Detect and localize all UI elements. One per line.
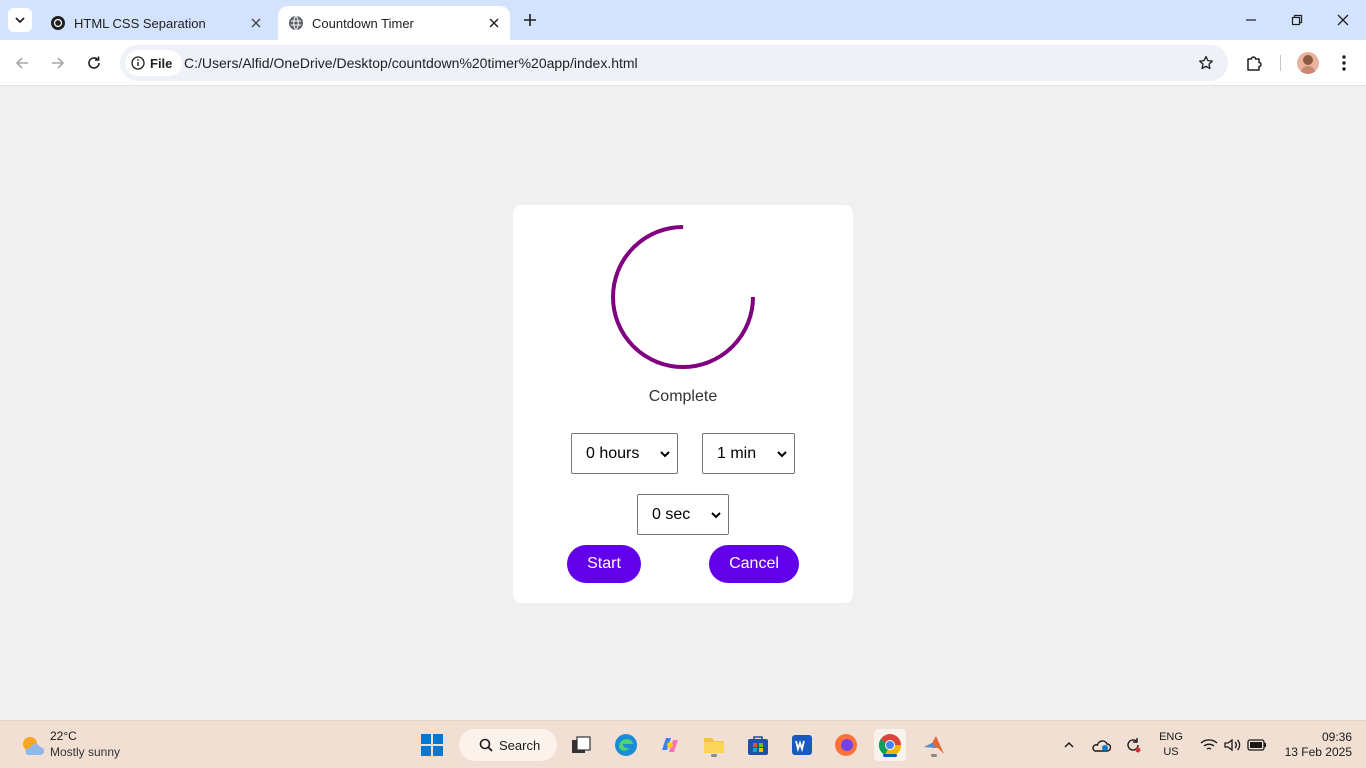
close-icon — [1337, 14, 1349, 26]
arrow-right-icon — [52, 57, 65, 69]
timer-status: Complete — [648, 388, 718, 405]
word-app[interactable] — [786, 729, 818, 761]
start-button[interactable]: Start — [567, 545, 641, 583]
cloud-sync-icon — [1092, 740, 1111, 752]
wifi-icon — [1200, 739, 1218, 750]
running-indicator — [711, 754, 717, 757]
tab-title: HTML CSS Separation — [74, 15, 206, 31]
clock-date: 13 Feb 2025 — [1284, 745, 1352, 759]
store-app[interactable] — [742, 729, 774, 761]
hours-select[interactable]: 0 hours — [571, 433, 678, 474]
restore-icon — [1291, 14, 1303, 26]
tab-search-button[interactable] — [8, 8, 32, 32]
hours-select-value: 0 hours — [586, 444, 640, 462]
tab-html-css-separation[interactable]: HTML CSS Separation — [40, 6, 272, 40]
new-tab-button[interactable] — [518, 8, 542, 32]
chevron-down-icon — [777, 451, 787, 458]
taskbar: 22°C Mostly sunny Search ENG US 09:36 13… — [0, 720, 1366, 768]
browser-toolbar: File C:/Users/Alfid/OneDrive/Desktop/cou… — [0, 40, 1366, 86]
puzzle-icon — [1247, 56, 1262, 71]
minutes-select[interactable]: 1 min — [702, 433, 795, 474]
star-icon — [1199, 55, 1213, 70]
lang-line2: US — [1163, 746, 1179, 758]
chevron-down-icon — [15, 17, 25, 24]
lang-line1: ENG — [1159, 731, 1183, 743]
seconds-select-value: 0 sec — [652, 505, 691, 523]
active-indicator — [883, 754, 897, 757]
chip-label: File — [150, 55, 173, 71]
start-menu-button[interactable] — [416, 729, 448, 761]
chevron-down-icon — [660, 451, 670, 458]
search-icon — [479, 738, 493, 752]
progress-ring-arc — [611, 225, 755, 369]
minutes-select-value: 1 min — [717, 444, 757, 462]
clock[interactable]: 09:36 13 Feb 2025 — [1276, 730, 1352, 760]
task-view-icon — [572, 736, 591, 753]
openai-icon — [50, 15, 66, 31]
cancel-button[interactable]: Cancel — [709, 545, 799, 583]
edge-icon — [615, 734, 637, 756]
battery-tray[interactable] — [1246, 733, 1268, 757]
show-hidden-icons-button[interactable] — [1058, 733, 1080, 757]
language-indicator[interactable]: ENG US — [1156, 730, 1186, 760]
taskbar-search[interactable]: Search — [459, 729, 557, 761]
plus-icon — [524, 14, 536, 26]
arrow-left-icon — [15, 57, 28, 69]
firefox-app[interactable] — [830, 729, 862, 761]
close-window-button[interactable] — [1320, 0, 1366, 40]
back-button[interactable] — [8, 49, 36, 77]
windows-logo-icon — [421, 734, 443, 756]
url-text[interactable]: C:/Users/Alfid/OneDrive/Desktop/countdow… — [184, 55, 638, 71]
progress-ring — [611, 225, 755, 369]
bookmark-button[interactable] — [1196, 53, 1216, 73]
weather-temp: 22°C — [50, 729, 77, 743]
task-view-button[interactable] — [565, 729, 597, 761]
close-icon[interactable] — [246, 13, 266, 33]
tab-strip: HTML CSS Separation Countdown Timer — [0, 0, 1366, 40]
seconds-select[interactable]: 0 sec — [637, 494, 729, 535]
extensions-button[interactable] — [1240, 49, 1268, 77]
weather-desc: Mostly sunny — [50, 745, 121, 759]
reload-icon — [88, 56, 100, 69]
toolbar-separator — [1280, 55, 1281, 71]
refresh-icon — [1127, 738, 1141, 753]
info-icon — [131, 56, 145, 70]
firefox-icon — [835, 734, 857, 756]
battery-icon — [1247, 739, 1266, 751]
edge-app[interactable] — [610, 729, 642, 761]
running-indicator — [931, 754, 937, 757]
minimize-icon — [1246, 19, 1256, 21]
more-vert-icon — [1342, 55, 1346, 71]
tab-countdown-timer[interactable]: Countdown Timer — [278, 6, 510, 40]
copilot-app[interactable] — [654, 729, 686, 761]
store-icon — [748, 736, 768, 755]
matlab-app[interactable] — [918, 729, 950, 761]
update-tray[interactable] — [1122, 733, 1144, 757]
file-explorer-app[interactable] — [698, 729, 730, 761]
speaker-icon — [1224, 738, 1241, 752]
restore-button[interactable] — [1274, 0, 1320, 40]
word-icon — [792, 735, 812, 755]
copilot-icon — [662, 738, 678, 752]
forward-button[interactable] — [44, 49, 72, 77]
chevron-down-icon — [711, 512, 721, 519]
close-icon[interactable] — [484, 13, 504, 33]
reload-button[interactable] — [80, 49, 108, 77]
onedrive-sync-tray[interactable] — [1090, 733, 1112, 757]
minimize-button[interactable] — [1228, 0, 1274, 40]
clock-time: 09:36 — [1321, 730, 1352, 744]
volume-tray[interactable] — [1222, 733, 1244, 757]
profile-avatar[interactable] — [1297, 52, 1319, 74]
menu-button[interactable] — [1330, 49, 1358, 77]
timer-card: Complete 0 hours 1 min 0 sec Start Cance… — [513, 205, 853, 603]
tab-title: Countdown Timer — [312, 15, 414, 31]
address-bar[interactable]: File C:/Users/Alfid/OneDrive/Desktop/cou… — [120, 45, 1228, 81]
chevron-up-icon — [1064, 741, 1074, 748]
search-label: Search — [499, 737, 541, 753]
wifi-tray[interactable] — [1198, 733, 1220, 757]
site-info-chip[interactable]: File — [125, 50, 183, 76]
weather-sun-cloud-icon[interactable] — [20, 733, 44, 757]
chrome-app[interactable] — [874, 729, 906, 761]
globe-icon — [288, 15, 304, 31]
